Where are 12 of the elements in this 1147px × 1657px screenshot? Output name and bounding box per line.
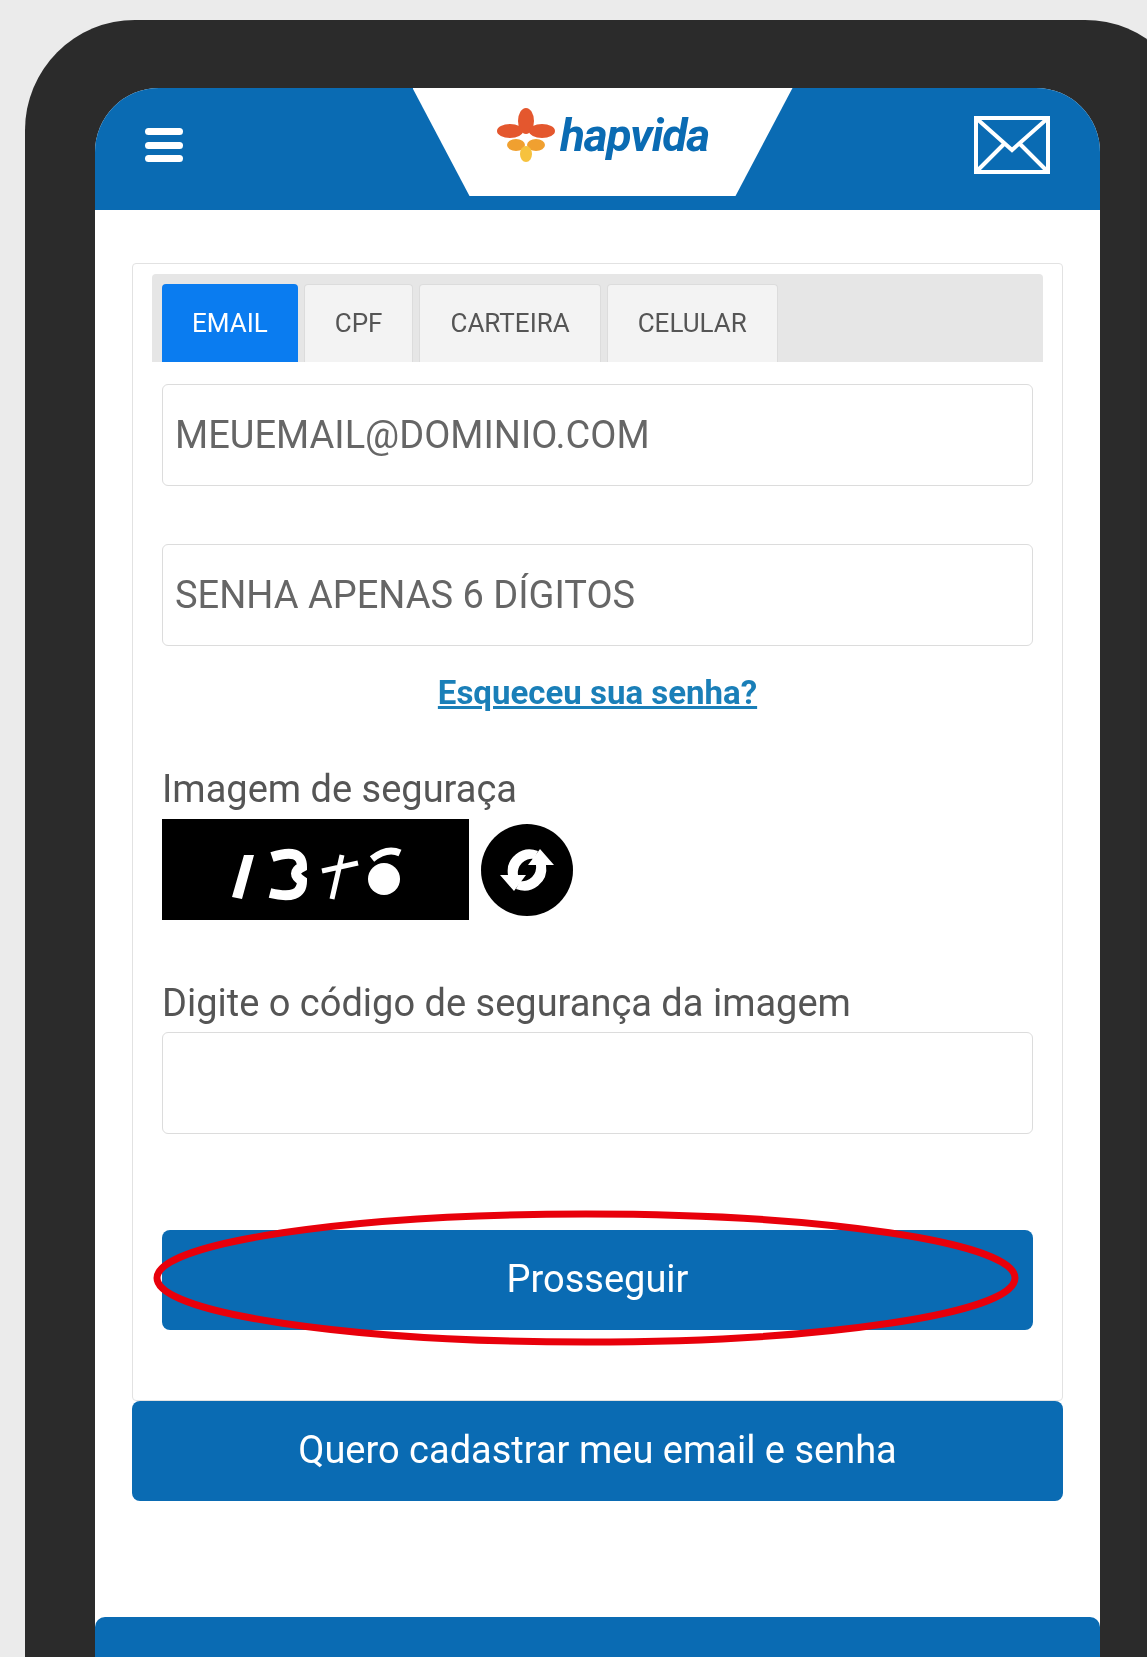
tab[interactable]: CARTEIRA xyxy=(419,284,601,362)
forgot-password-link[interactable]: Esqueceu sua senha? xyxy=(437,668,758,718)
tab[interactable]: CPF xyxy=(303,284,414,362)
password-field[interactable]: SENHA APENAS 6 DÍGITOS xyxy=(162,544,1033,646)
tab[interactable]: EMAIL xyxy=(162,284,298,362)
tab[interactable]: CELULAR xyxy=(606,284,778,362)
code-field-label: Digite o código de segurança da imagem xyxy=(162,980,852,1027)
captcha-label: Imagem de seguraça xyxy=(162,765,518,813)
email-field[interactable]: MEUEMAIL@DOMINIO.COM xyxy=(162,384,1033,486)
submit-button[interactable]: Prosseguir xyxy=(162,1229,1033,1330)
logo-text: hapvida xyxy=(560,112,709,158)
register-button[interactable]: Quero cadastrar meu email e senha xyxy=(132,1400,1063,1501)
